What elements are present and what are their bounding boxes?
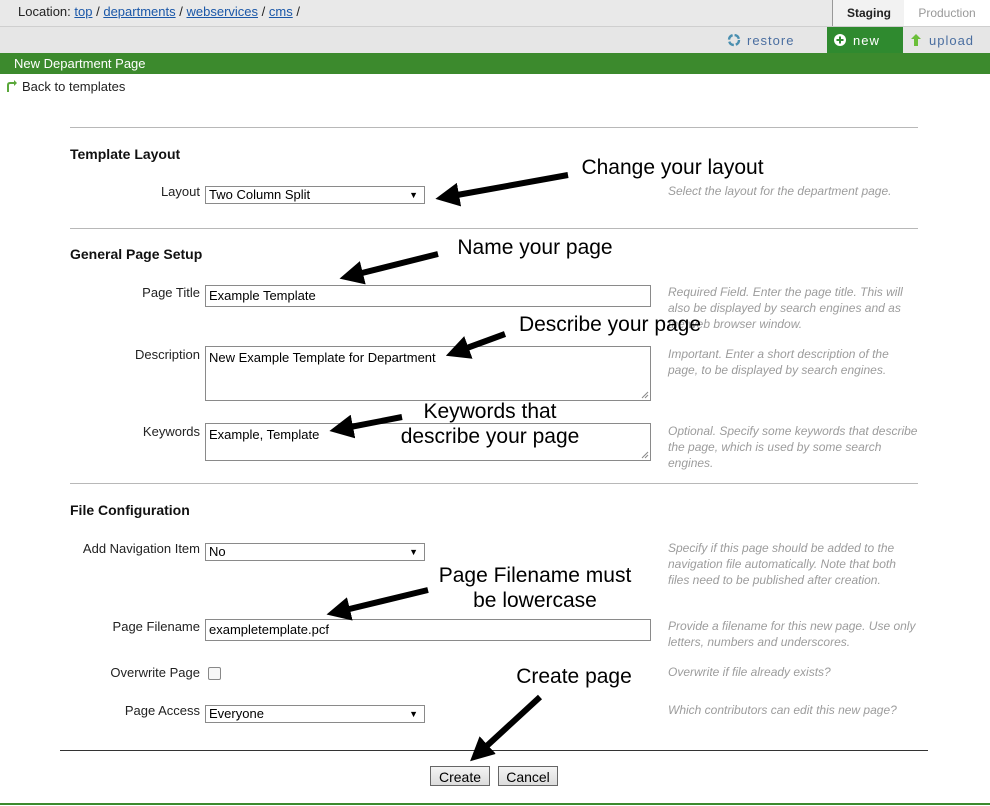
- annotation-name: Name your page: [457, 236, 613, 259]
- annotation-filename-2: be lowercase: [473, 589, 597, 612]
- annotation-keywords-2: describe your page: [400, 425, 580, 448]
- annotation-create: Create page: [516, 665, 632, 688]
- annotation-filename-1: Page Filename must: [438, 564, 632, 587]
- arrow-layout: [435, 172, 569, 207]
- arrow-create: [470, 694, 543, 762]
- annotation-describe: Describe your page: [518, 313, 702, 336]
- annotation-keywords-1: Keywords that: [423, 400, 557, 423]
- arrow-describe: [445, 331, 507, 359]
- annotation-layout: Change your layout: [581, 156, 764, 179]
- arrow-name: [339, 251, 439, 285]
